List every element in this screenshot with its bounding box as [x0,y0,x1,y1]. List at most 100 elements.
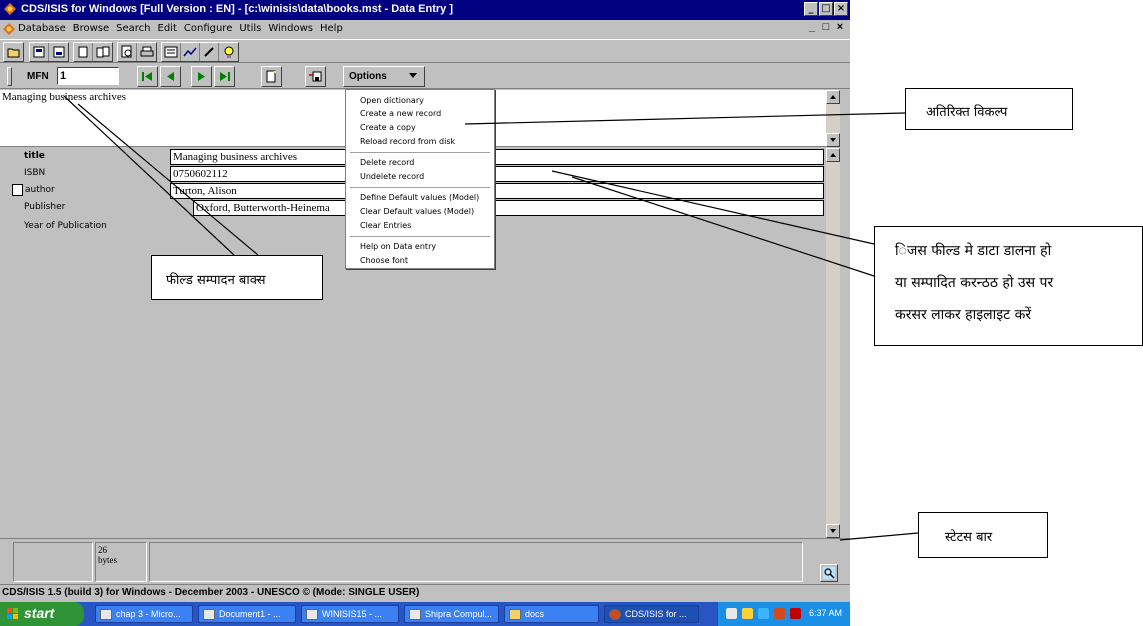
menu-item-clear-default-values[interactable]: Clear Default values (Model) [360,207,474,216]
copy-icon[interactable] [74,43,93,61]
callout-text: फील्ड सम्पादन बाक्स [166,273,266,288]
previous-record-icon[interactable] [160,66,181,87]
callout-text: स्टेटस बार [945,530,993,545]
menu-windows[interactable]: Windows [268,23,313,34]
taskbar-button-winisis15[interactable]: WINISIS15 - ... [301,605,399,623]
taskbar-button-chap3[interactable]: chap 3 - Micro... [95,605,193,623]
field-list-scrollbar[interactable] [826,148,840,538]
tray-icon[interactable] [790,608,801,619]
start-button[interactable]: start [0,602,84,626]
task-label: chap 3 - Micro... [116,609,181,619]
field-label-author: author [25,185,55,195]
bulb-icon[interactable] [219,43,238,61]
field-value-author[interactable]: Turton, Alison [170,183,824,199]
callout-field-instruction: िजस फील्ड मे डाटा डालना हो या सम्पादित क… [874,226,1143,346]
windows-taskbar: start chap 3 - Micro... Document1 - ... … [0,602,850,626]
tray-icon[interactable] [774,608,785,619]
save-record-icon[interactable] [305,66,326,87]
mfn-input[interactable]: 1 [57,67,119,85]
field-value-title[interactable]: Managing business archives [170,149,824,165]
options-dropdown[interactable]: Options [343,66,425,87]
last-record-icon[interactable] [214,66,235,87]
next-record-icon[interactable] [191,66,212,87]
tray-icon[interactable] [742,608,753,619]
open-folder-icon[interactable] [4,43,23,61]
chart-icon[interactable] [181,43,200,61]
menu-bar: Database Browse Search Edit Configure Ut… [0,20,850,39]
scroll-up-icon[interactable] [826,90,840,104]
field-label-year: Year of Publication [24,221,107,231]
toolbar-grip[interactable] [7,67,12,86]
print-setup-icon[interactable] [49,43,68,61]
options-menu: Open dictionary Create a new record Crea… [345,89,495,269]
doc-restore-button[interactable]: □ [820,21,832,33]
menu-item-delete-record[interactable]: Delete record [360,158,414,167]
callout-status-bar: स्टेटस बार [918,512,1048,558]
doc-close-button[interactable]: × [834,21,846,33]
pencil-icon[interactable] [200,43,219,61]
menu-help[interactable]: Help [320,23,343,34]
scroll-down-icon[interactable] [826,524,840,538]
maximize-button[interactable]: □ [819,2,833,16]
printer-icon[interactable] [137,43,156,61]
edit-box-scrollbar[interactable] [826,90,840,147]
task-label: docs [525,609,545,619]
minimize-button[interactable]: _ [804,2,818,16]
paste-icon[interactable] [93,43,112,61]
task-label: WINISIS15 - ... [322,609,383,619]
folder-icon [509,609,521,620]
field-value-publisher[interactable]: Oxford, Butterworth-Heinema [193,200,824,216]
field-label-title: title [24,151,45,161]
form-icon[interactable] [162,43,181,61]
taskbar-button-docs[interactable]: docs [504,605,599,623]
close-button[interactable]: × [834,2,848,16]
menu-separator [350,236,490,237]
preview-icon[interactable] [118,43,137,61]
menu-utils[interactable]: Utils [239,23,261,34]
word-doc-icon [306,609,318,620]
status-bar: 26 bytes [0,538,850,583]
menu-item-open-dictionary[interactable]: Open dictionary [360,96,424,105]
menu-database[interactable]: Database [18,23,66,34]
callout-line: करसर लाकर हाइलाइट करें [895,307,1032,323]
menu-item-reload-record[interactable]: Reload record from disk [360,137,455,146]
start-label: start [24,605,55,621]
print-icon[interactable] [30,43,49,61]
scroll-down-icon[interactable] [826,133,840,147]
new-record-icon[interactable] [261,66,282,87]
system-tray: 6:37 AM [717,602,850,626]
status-cell-empty [13,542,93,582]
menu-item-choose-font[interactable]: Choose font [360,256,408,265]
scroll-up-icon[interactable] [826,148,840,162]
menu-browse[interactable]: Browse [73,23,109,34]
menu-search[interactable]: Search [116,23,150,34]
menu-item-create-new-record[interactable]: Create a new record [360,109,441,118]
menu-separator [350,152,490,153]
callout-field-edit-box: फील्ड सम्पादन बाक्स [151,255,323,300]
help-tray-icon[interactable] [726,608,737,619]
network-tray-icon[interactable] [758,608,769,619]
document-system-icon[interactable] [2,22,16,36]
doc-minimize-button[interactable]: _ [806,21,818,33]
field-label-publisher: Publisher [24,202,66,212]
menu-item-help-data-entry[interactable]: Help on Data entry [360,242,436,251]
repeatable-field-icon[interactable] [12,184,23,196]
title-bar: CDS/ISIS for Windows [Full Version : EN]… [0,0,850,20]
field-edit-text: Managing business archives [2,91,127,103]
task-label: CDS/ISIS for ... [625,609,687,619]
menu-item-clear-entries[interactable]: Clear Entries [360,221,411,230]
field-value-isbn[interactable]: 0750602112 [170,166,824,182]
menu-edit[interactable]: Edit [158,23,177,34]
menu-item-define-default-values[interactable]: Define Default values (Model) [360,193,479,202]
options-label: Options [349,71,387,82]
app-window-icon [409,609,421,620]
taskbar-button-document1[interactable]: Document1 - ... [198,605,296,623]
magnifier-icon[interactable] [820,564,838,582]
record-size-unit: bytes [98,555,117,565]
taskbar-button-cdsisis[interactable]: CDS/ISIS for ... [604,605,699,623]
menu-item-undelete-record[interactable]: Undelete record [360,172,424,181]
menu-configure[interactable]: Configure [184,23,232,34]
first-record-icon[interactable] [137,66,158,87]
taskbar-button-shipra[interactable]: Shipra Compul... [404,605,499,623]
menu-item-create-copy[interactable]: Create a copy [360,123,416,132]
